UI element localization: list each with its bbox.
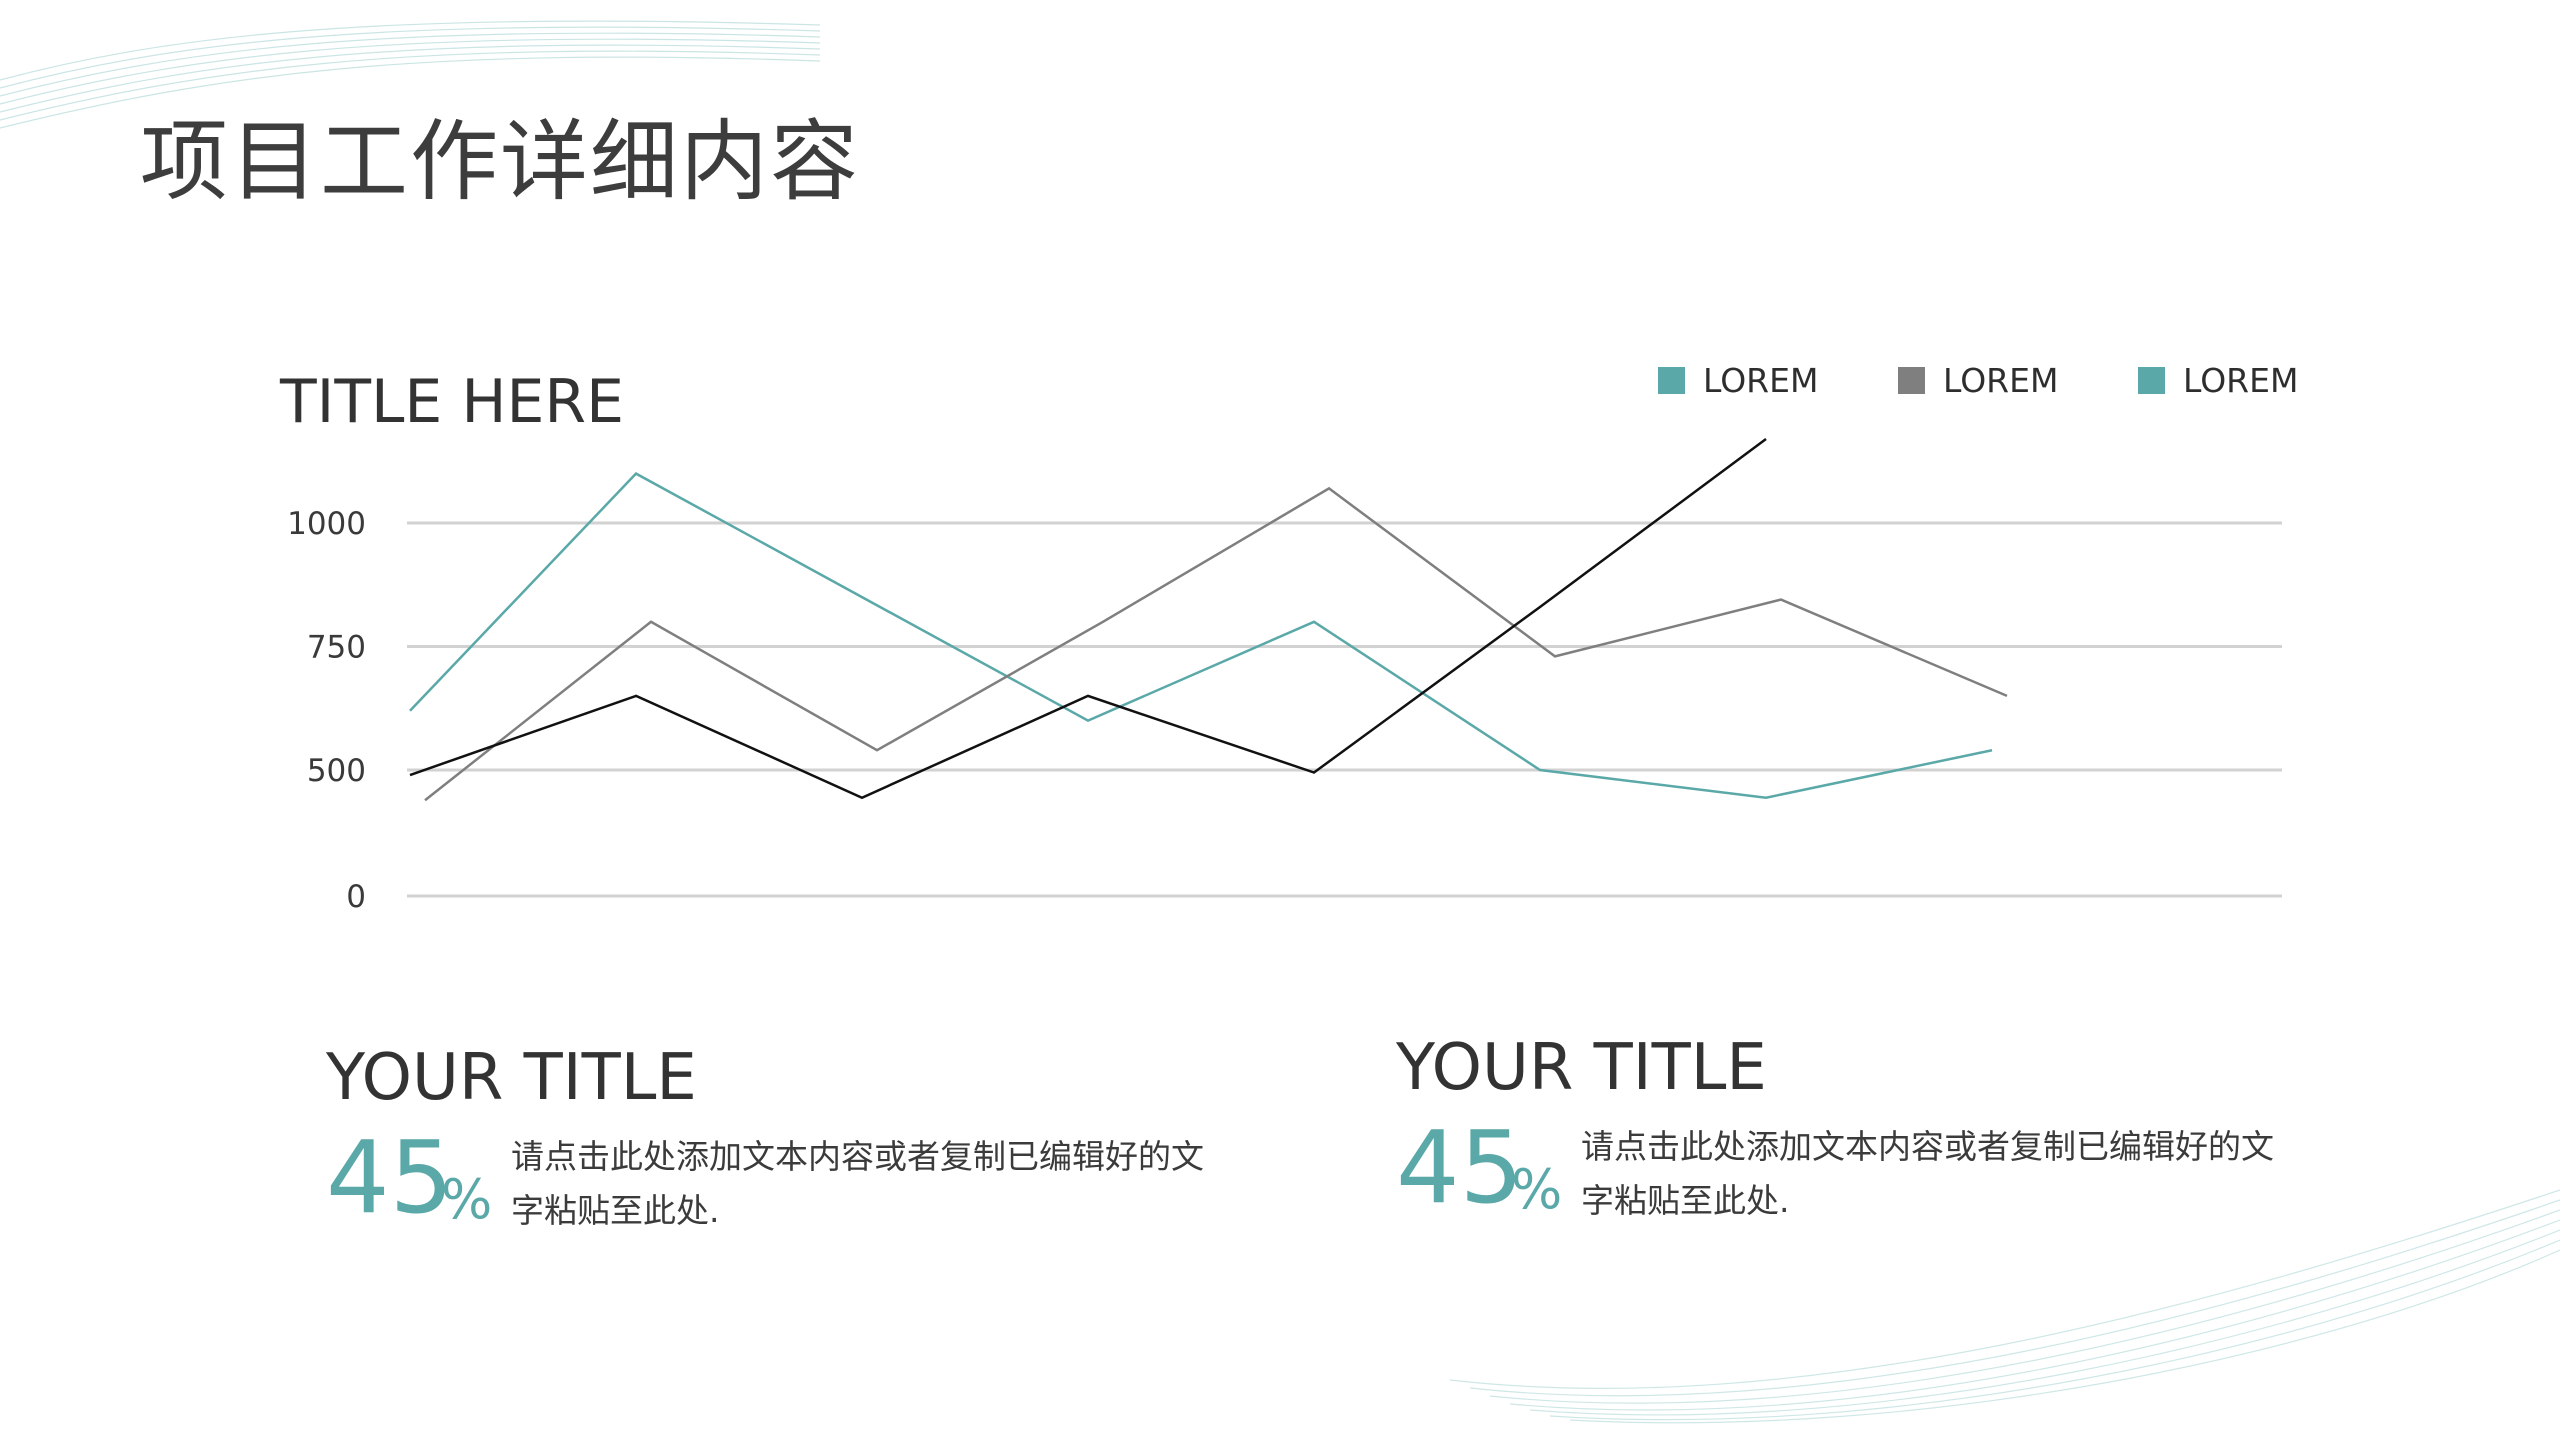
y-tick-label: 500: [307, 753, 366, 789]
y-tick-label: 0: [346, 879, 366, 915]
stat-percentage: 45: [326, 1119, 454, 1236]
y-tick-label: 750: [307, 630, 366, 666]
stat-description: 请点击此处添加文本内容或者复制已编辑好的文字粘贴至此处.: [1581, 1127, 2274, 1220]
stat-description: 请点击此处添加文本内容或者复制已编辑好的文字粘贴至此处.: [511, 1137, 1204, 1230]
stat-percent-sign: %: [1511, 1158, 1563, 1221]
y-tick-label: 1000: [287, 506, 366, 542]
series-line-3: [409, 438, 1767, 800]
series-line-2: [424, 486, 2008, 802]
legend-item-2: LOREM: [1898, 360, 2058, 400]
legend-label-3: LOREM: [2183, 360, 2299, 400]
stat-title: YOUR TITLE: [1396, 1031, 1767, 1105]
stat-title: YOUR TITLE: [326, 1041, 697, 1115]
legend-label-1: LOREM: [1703, 360, 1819, 400]
stat-block-1: YOUR TITLE 45 % 请点击此处添加文本内容或者复制已编辑好的文字粘贴…: [326, 1046, 1226, 1286]
legend-item-3: LOREM: [2138, 360, 2298, 400]
legend-swatch-2: [1898, 366, 1925, 394]
stat-percentage: 45: [1396, 1109, 1524, 1226]
legend-swatch-1: [1658, 366, 1685, 394]
legend-label-2: LOREM: [1943, 360, 2059, 400]
legend-swatch-3: [2138, 366, 2165, 394]
stat-block-2: YOUR TITLE 45 % 请点击此处添加文本内容或者复制已编辑好的文字粘贴…: [1396, 1036, 2296, 1276]
stat-percent-sign: %: [441, 1168, 493, 1231]
legend-item-1: LOREM: [1658, 360, 1818, 400]
